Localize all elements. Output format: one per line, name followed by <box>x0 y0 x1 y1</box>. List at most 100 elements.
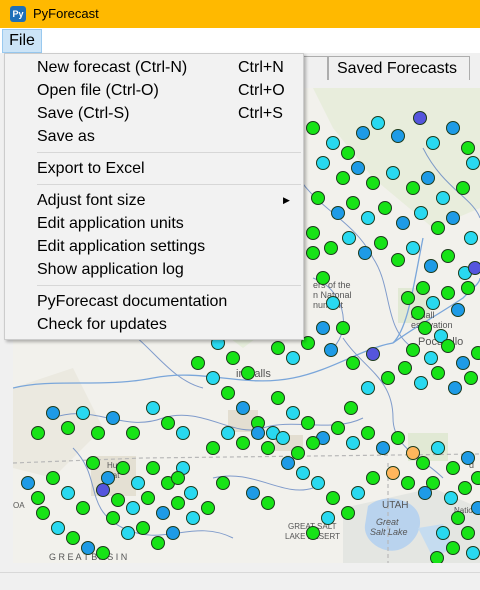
tab-saved-forecasts[interactable]: Saved Forecasts <box>328 56 470 80</box>
station-marker[interactable] <box>332 207 345 220</box>
station-marker[interactable] <box>325 344 338 357</box>
station-marker[interactable] <box>432 222 445 235</box>
station-marker[interactable] <box>445 492 458 505</box>
station-marker[interactable] <box>252 427 265 440</box>
station-marker[interactable] <box>442 287 455 300</box>
station-marker[interactable] <box>92 427 105 440</box>
station-marker[interactable] <box>307 527 320 540</box>
station-marker[interactable] <box>442 250 455 263</box>
station-marker[interactable] <box>447 542 460 555</box>
station-marker[interactable] <box>419 322 432 335</box>
station-marker[interactable] <box>415 377 428 390</box>
station-marker[interactable] <box>425 352 438 365</box>
station-marker[interactable] <box>162 417 175 430</box>
station-marker[interactable] <box>62 487 75 500</box>
station-marker[interactable] <box>77 407 90 420</box>
station-marker[interactable] <box>302 417 315 430</box>
station-marker[interactable] <box>431 552 444 564</box>
station-marker[interactable] <box>447 212 460 225</box>
station-marker[interactable] <box>452 304 465 317</box>
menu-item-show-log[interactable]: Show application log <box>5 258 303 281</box>
station-marker[interactable] <box>449 382 462 395</box>
station-marker[interactable] <box>379 202 392 215</box>
station-marker[interactable] <box>322 512 335 525</box>
station-marker[interactable] <box>343 232 356 245</box>
station-marker[interactable] <box>367 177 380 190</box>
menu-item-documentation[interactable]: PyForecast documentation <box>5 290 303 313</box>
station-marker[interactable] <box>325 242 338 255</box>
station-marker[interactable] <box>397 217 410 230</box>
station-marker[interactable] <box>337 172 350 185</box>
station-marker[interactable] <box>152 537 165 550</box>
station-marker[interactable] <box>407 242 420 255</box>
station-marker[interactable] <box>207 372 220 385</box>
station-marker[interactable] <box>132 477 145 490</box>
station-marker[interactable] <box>172 472 185 485</box>
station-marker[interactable] <box>172 497 185 510</box>
station-marker[interactable] <box>287 407 300 420</box>
station-marker[interactable] <box>117 462 130 475</box>
station-marker[interactable] <box>432 442 445 455</box>
station-marker[interactable] <box>347 197 360 210</box>
station-marker[interactable] <box>347 357 360 370</box>
station-marker[interactable] <box>457 357 470 370</box>
station-marker[interactable] <box>447 462 460 475</box>
station-marker[interactable] <box>37 507 50 520</box>
station-marker[interactable] <box>262 497 275 510</box>
station-marker[interactable] <box>242 367 255 380</box>
station-marker[interactable] <box>52 522 65 535</box>
station-marker[interactable] <box>342 147 355 160</box>
menu-item-export-excel[interactable]: Export to Excel <box>5 157 303 180</box>
station-marker[interactable] <box>77 502 90 515</box>
station-marker[interactable] <box>407 182 420 195</box>
station-marker[interactable] <box>462 282 475 295</box>
station-marker[interactable] <box>282 457 295 470</box>
station-marker[interactable] <box>425 260 438 273</box>
station-marker[interactable] <box>362 427 375 440</box>
menu-item-save[interactable]: Save (Ctrl-S) Ctrl+S <box>5 102 303 125</box>
station-marker[interactable] <box>187 512 200 525</box>
station-marker[interactable] <box>412 307 425 320</box>
station-marker[interactable] <box>442 340 455 353</box>
station-marker[interactable] <box>217 477 230 490</box>
file-menu-button[interactable]: File <box>2 29 42 53</box>
station-marker[interactable] <box>447 122 460 135</box>
station-marker[interactable] <box>137 522 150 535</box>
station-marker[interactable] <box>97 547 110 560</box>
station-marker[interactable] <box>427 137 440 150</box>
station-marker[interactable] <box>167 527 180 540</box>
station-marker[interactable] <box>422 172 435 185</box>
station-marker[interactable] <box>222 387 235 400</box>
station-marker[interactable] <box>407 344 420 357</box>
station-marker[interactable] <box>142 492 155 505</box>
station-marker[interactable] <box>177 427 190 440</box>
station-marker[interactable] <box>337 322 350 335</box>
station-marker[interactable] <box>472 472 480 485</box>
station-marker[interactable] <box>327 137 340 150</box>
station-marker[interactable] <box>112 494 125 507</box>
station-marker[interactable] <box>202 502 215 515</box>
station-marker[interactable] <box>67 532 80 545</box>
station-marker[interactable] <box>377 442 390 455</box>
station-marker[interactable] <box>352 487 365 500</box>
station-marker[interactable] <box>277 432 290 445</box>
station-marker[interactable] <box>122 527 135 540</box>
station-marker[interactable] <box>469 262 480 275</box>
station-marker[interactable] <box>147 462 160 475</box>
station-marker[interactable] <box>372 117 385 130</box>
station-marker[interactable] <box>127 502 140 515</box>
station-marker[interactable] <box>312 192 325 205</box>
station-marker[interactable] <box>307 122 320 135</box>
station-marker[interactable] <box>327 492 340 505</box>
station-marker[interactable] <box>185 487 198 500</box>
station-marker[interactable] <box>22 477 35 490</box>
station-marker[interactable] <box>432 367 445 380</box>
station-marker[interactable] <box>272 392 285 405</box>
station-marker[interactable] <box>47 407 60 420</box>
station-marker[interactable] <box>222 427 235 440</box>
station-marker[interactable] <box>107 512 120 525</box>
station-marker[interactable] <box>127 427 140 440</box>
station-marker[interactable] <box>367 472 380 485</box>
station-marker[interactable] <box>457 182 470 195</box>
station-marker[interactable] <box>307 437 320 450</box>
